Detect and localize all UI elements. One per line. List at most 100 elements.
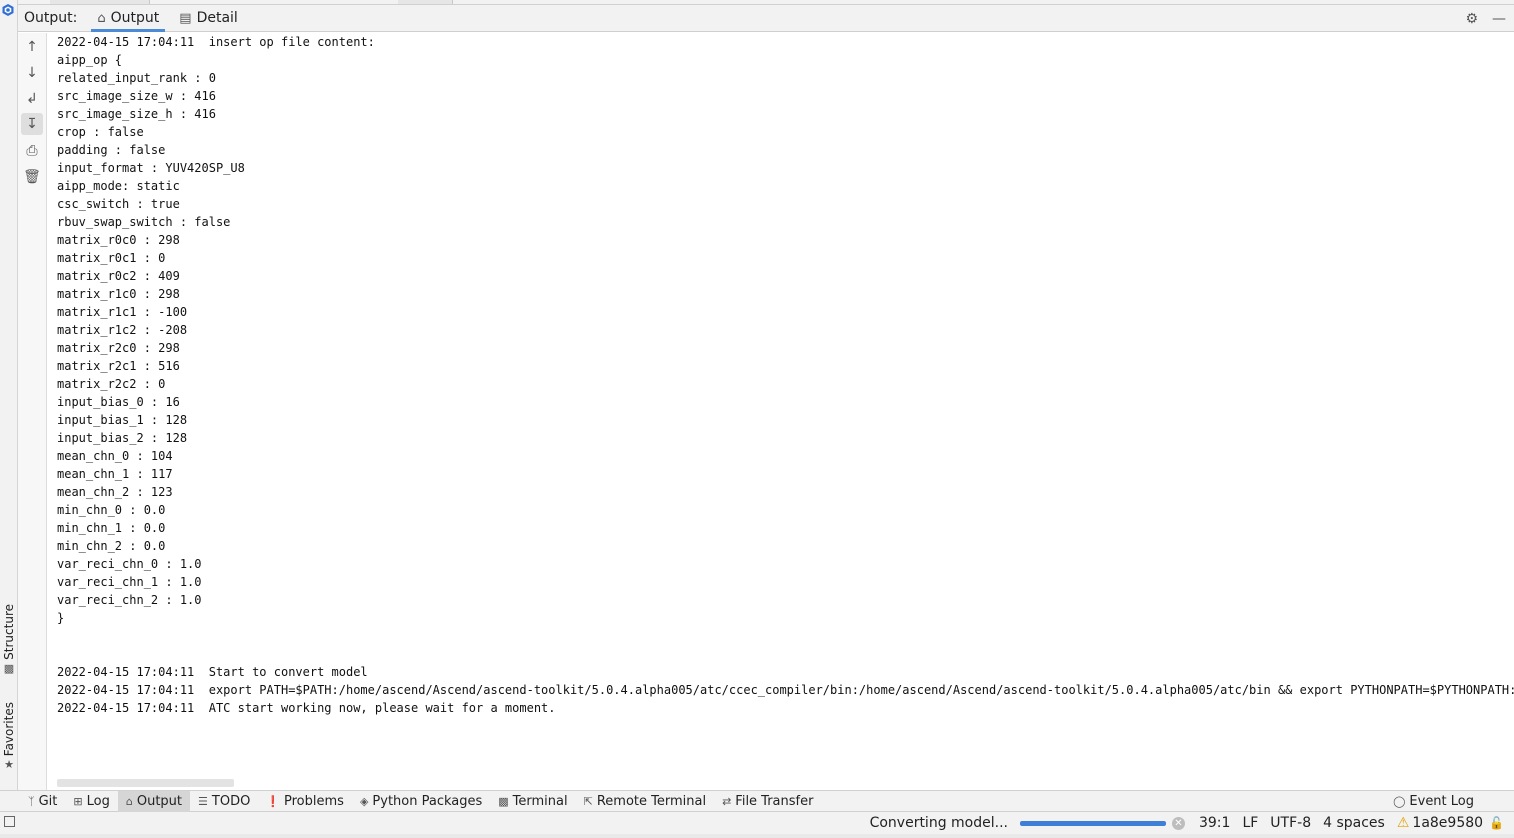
lock-icon[interactable]: 🔓 xyxy=(1489,816,1504,830)
editor-tab[interactable] xyxy=(398,0,453,4)
console-line: 2022-04-15 17:04:11 export PATH=$PATH:/h… xyxy=(57,683,1514,697)
arrow-down-icon[interactable]: ↓ xyxy=(21,62,43,84)
console-line: 2022-04-15 17:04:11 insert op file conte… xyxy=(57,35,375,49)
remote-terminal-icon: ⇱ xyxy=(583,794,593,808)
console-line: var_reci_chn_1 : 1.0 xyxy=(57,575,202,589)
tab-file-transfer[interactable]: ⇄ File Transfer xyxy=(714,791,821,812)
vcs-revision[interactable]: 1a8e9580 xyxy=(1412,815,1483,831)
tab-python-packages-label: Python Packages xyxy=(372,793,483,809)
cancel-task-icon[interactable]: ✕ xyxy=(1171,816,1185,830)
console-line: } xyxy=(57,611,65,625)
console-line: 2022-04-15 17:04:11 ATC start working no… xyxy=(57,701,556,715)
trash-icon[interactable]: 🗑 xyxy=(21,166,43,188)
line-ending[interactable]: LF xyxy=(1242,815,1258,831)
tab-remote-terminal[interactable]: ⇱ Remote Terminal xyxy=(576,791,714,812)
tab-output-label: Output xyxy=(110,10,160,26)
console-line: aipp_mode: static xyxy=(57,179,180,193)
console-line: mean_chn_1 : 117 xyxy=(57,467,173,481)
console-line: matrix_r0c2 : 409 xyxy=(57,269,180,283)
warning-icon: ⚠ xyxy=(1396,815,1410,831)
tab-output-bottom[interactable]: ⌂ Output xyxy=(117,790,191,812)
console-line: mean_chn_2 : 123 xyxy=(57,485,173,499)
problems-icon: ❗ xyxy=(266,794,281,808)
tab-python-packages[interactable]: ◈ Python Packages xyxy=(352,791,490,812)
tab-log-label: Log xyxy=(86,793,110,809)
ide-window: Structure ▩ Favorites ★ Output: ⌂ Output… xyxy=(0,0,1514,838)
console-line: matrix_r0c1 : 0 xyxy=(57,251,166,265)
editor-tab[interactable] xyxy=(50,0,150,4)
background-task-label[interactable]: Converting model... xyxy=(870,815,1008,831)
tab-problems[interactable]: ❗ Problems xyxy=(258,791,352,812)
toggle-tool-windows-icon[interactable] xyxy=(4,816,15,827)
console-line: src_image_size_w : 416 xyxy=(57,89,216,103)
tab-log[interactable]: ⊞ Log xyxy=(65,791,117,812)
structure-icon: ▩ xyxy=(3,661,15,675)
console-line: 2022-04-15 17:04:11 Start to convert mod… xyxy=(57,665,368,679)
tab-terminal[interactable]: ▩ Terminal xyxy=(490,791,575,812)
tool-window-bar: ᛉ Git ⊞ Log ⌂ Output ☰ TODO ❗ Problems ◈… xyxy=(0,790,1514,812)
console-line: crop : false xyxy=(57,125,144,139)
console-line: min_chn_0 : 0.0 xyxy=(57,503,166,517)
console-output[interactable]: 2022-04-15 17:04:11 insert op file conte… xyxy=(57,33,1514,778)
console-line: matrix_r0c0 : 298 xyxy=(57,233,180,247)
tab-file-transfer-label: File Transfer xyxy=(735,793,814,809)
console-line: csc_switch : true xyxy=(57,197,180,211)
panel-title: Output: xyxy=(24,10,78,26)
file-encoding[interactable]: UTF-8 xyxy=(1270,815,1311,831)
console-line: rbuv_swap_switch : false xyxy=(57,215,231,229)
console-line: padding : false xyxy=(57,143,166,157)
build-output-icon: ⌂ xyxy=(125,794,133,808)
console-line: mean_chn_0 : 104 xyxy=(57,449,173,463)
tab-todo-label: TODO xyxy=(211,793,251,809)
console-line: input_bias_0 : 16 xyxy=(57,395,180,409)
star-icon: ★ xyxy=(4,758,14,772)
tab-structure[interactable]: Structure ▩ xyxy=(0,604,18,675)
tab-git[interactable]: ᛉ Git xyxy=(20,791,65,812)
console-line: matrix_r2c2 : 0 xyxy=(57,377,166,391)
status-bar-bottom-edge xyxy=(0,834,1514,838)
console-line: min_chn_1 : 0.0 xyxy=(57,521,166,535)
soft-wrap-icon[interactable]: ↲ xyxy=(21,88,43,110)
task-progress-fill xyxy=(1019,820,1166,826)
indent-setting[interactable]: 4 spaces xyxy=(1323,815,1385,831)
horizontal-scrollbar[interactable] xyxy=(57,779,234,787)
event-log-icon: ◯ xyxy=(1393,795,1406,808)
console-line: related_input_rank : 0 xyxy=(57,71,216,85)
log-icon: ⊞ xyxy=(73,794,83,808)
arrow-up-icon[interactable]: ↑ xyxy=(21,36,43,58)
left-tool-strip: Structure ▩ Favorites ★ xyxy=(0,0,18,790)
tab-favorites[interactable]: Favorites ★ xyxy=(0,702,18,771)
packages-icon: ◈ xyxy=(359,794,369,808)
caret-position[interactable]: 39:1 xyxy=(1199,815,1230,831)
console-line: input_bias_2 : 128 xyxy=(57,431,188,445)
tab-git-label: Git xyxy=(38,793,58,809)
structure-label: Structure xyxy=(2,604,16,660)
tab-todo[interactable]: ☰ TODO xyxy=(190,791,258,812)
console-line: matrix_r1c2 : -208 xyxy=(57,323,188,337)
console-line: var_reci_chn_2 : 1.0 xyxy=(57,593,202,607)
list-icon: ☰ xyxy=(198,794,208,808)
tab-detail[interactable]: ▤ Detail xyxy=(169,5,248,32)
file-transfer-icon: ⇄ xyxy=(722,794,732,808)
tab-terminal-label: Terminal xyxy=(512,793,568,809)
gear-icon[interactable]: ⚙ xyxy=(1465,11,1478,27)
console-line: min_chn_2 : 0.0 xyxy=(57,539,166,553)
scroll-to-end-icon[interactable]: ↧ xyxy=(21,113,43,135)
minimize-icon[interactable]: — xyxy=(1492,11,1506,27)
console-toolbar: ↑ ↓ ↲ ↧ ⎙ 🗑 xyxy=(18,33,47,790)
tab-event-log[interactable]: ◯ Event Log xyxy=(1385,791,1482,812)
console-line: var_reci_chn_0 : 1.0 xyxy=(57,557,202,571)
document-icon: ▤ xyxy=(179,10,192,26)
console-line: input_format : YUV420SP_U8 xyxy=(57,161,245,175)
console-line: aipp_op { xyxy=(57,53,123,67)
console-line: matrix_r2c0 : 298 xyxy=(57,341,180,355)
terminal-icon: ▩ xyxy=(498,794,509,808)
print-icon[interactable]: ⎙ xyxy=(21,140,43,162)
console-line: matrix_r2c1 : 516 xyxy=(57,359,180,373)
build-output-icon: ⌂ xyxy=(97,10,106,26)
tab-output[interactable]: ⌂ Output xyxy=(87,5,169,32)
favorites-label: Favorites xyxy=(2,702,16,757)
tab-problems-label: Problems xyxy=(284,793,344,809)
